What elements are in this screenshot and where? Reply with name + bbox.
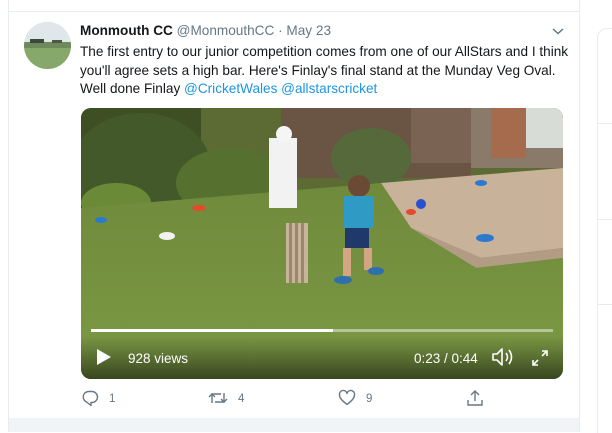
retweet-icon (208, 389, 228, 410)
reply-button[interactable]: 1 (81, 389, 115, 409)
retweet-button[interactable]: 4 (208, 389, 244, 409)
view-count: 928 views (128, 351, 189, 366)
next-tweet-divider (9, 418, 579, 432)
mention-allstarscricket[interactable]: @allstarscricket (281, 81, 377, 96)
video-player[interactable]: 928 views 0:23 / 0:44 (81, 108, 563, 379)
divider (598, 219, 612, 220)
like-button[interactable]: 9 (338, 389, 372, 409)
share-icon (466, 389, 484, 410)
like-icon (338, 389, 356, 410)
left-gutter (0, 0, 8, 432)
video-controls: 928 views 0:23 / 0:44 (81, 336, 563, 379)
mention-cricketwales[interactable]: @CricketWales (184, 81, 277, 96)
separator: · (278, 23, 283, 38)
retweet-count: 4 (238, 393, 245, 405)
fullscreen-icon[interactable] (530, 348, 550, 368)
divider (598, 304, 612, 305)
tweet-text: The first entry to our junior competitio… (80, 43, 570, 99)
divider (598, 123, 612, 124)
author-name[interactable]: Monmouth CC (80, 23, 173, 38)
timeline-column: Monmouth CC @MonmouthCC · May 23 The fir… (8, 0, 580, 432)
reply-count: 1 (109, 393, 116, 405)
avatar[interactable] (24, 22, 71, 69)
caret-down-icon[interactable] (551, 24, 565, 36)
sidebar-panel (597, 28, 612, 433)
divider (9, 11, 579, 12)
play-icon[interactable] (96, 348, 112, 366)
progress-fill (91, 329, 333, 332)
share-button[interactable] (466, 389, 484, 409)
author-handle[interactable]: @MonmouthCC (177, 23, 275, 38)
like-count: 9 (366, 393, 373, 405)
tweet-actions: 1 4 9 (9, 384, 579, 414)
tweet-header: Monmouth CC @MonmouthCC · May 23 (80, 23, 331, 38)
reply-icon (81, 389, 99, 410)
video-time: 0:23 / 0:44 (414, 351, 478, 366)
tweet-date[interactable]: May 23 (286, 23, 331, 38)
volume-icon[interactable] (491, 347, 515, 367)
progress-bar[interactable] (91, 329, 553, 332)
